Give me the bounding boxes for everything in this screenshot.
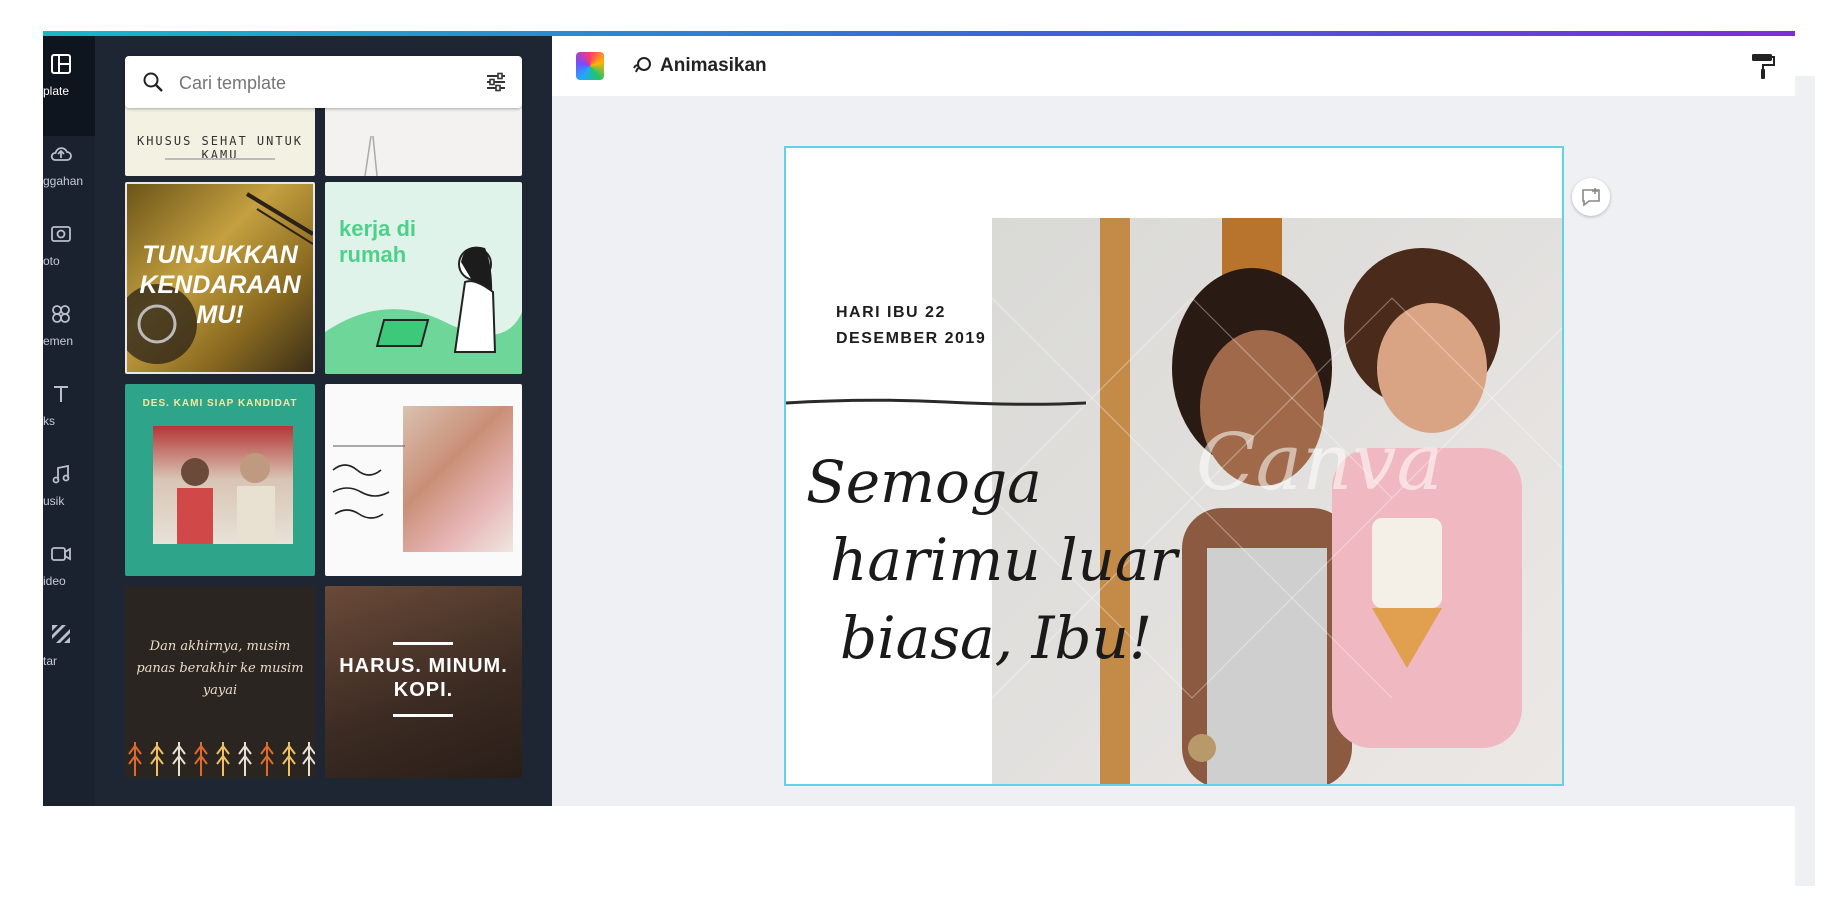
rail-item-video[interactable]: ideo (43, 536, 95, 614)
layout-icon (51, 54, 71, 74)
text-icon (54, 386, 68, 402)
rail-item-music[interactable]: usik (43, 456, 95, 534)
template-title: kerja di rumah (339, 216, 417, 267)
template-thumbnail[interactable] (325, 384, 522, 576)
template-thumbnail[interactable]: DES. KAMI SIAP KANDIDAT (125, 384, 315, 576)
window-scroll-edge (1795, 76, 1815, 886)
template-thumbnail[interactable]: TUNJUKKAN KENDARAAN MU! (125, 182, 315, 374)
color-picker-icon[interactable] (576, 52, 604, 80)
animate-icon (633, 57, 651, 73)
template-line (393, 714, 453, 717)
rail-item-photo[interactable]: oto (43, 216, 95, 294)
template-thumbnail[interactable]: Dan akhirnya, musim panas berakhir ke mu… (125, 586, 315, 778)
comment-icon (1582, 188, 1600, 207)
canva-watermark: Canva (1196, 418, 1443, 508)
date-heading[interactable]: HARI IBU 22 DESEMBER 2019 (836, 300, 986, 352)
rail-item-upload[interactable]: ggahan (43, 136, 95, 214)
leaf-border-graphic (128, 742, 315, 776)
template-line (165, 158, 275, 160)
rail-label: tar (43, 654, 58, 668)
script-line-1[interactable]: Semoga (806, 448, 1042, 516)
template-thumbnail[interactable]: HARUS. MINUM. KOPI. (325, 586, 522, 778)
brush-stroke-line[interactable] (786, 396, 1086, 410)
rail-label: plate (43, 84, 70, 98)
video-icon (51, 547, 71, 561)
animate-button[interactable]: Animasikan (630, 48, 767, 84)
elements-icon (52, 305, 70, 323)
template-script-lines (332, 445, 405, 519)
filter-icon[interactable] (484, 70, 508, 94)
rail-item-text[interactable]: ks (43, 376, 95, 454)
upload-icon (50, 147, 72, 161)
script-line-3[interactable]: biasa, Ibu! (840, 604, 1152, 672)
search-input[interactable] (177, 68, 471, 98)
template-photo-people (177, 453, 275, 544)
photo-icon (51, 226, 71, 242)
template-line (393, 642, 453, 645)
template-title: HARUS. MINUM. KOPI. (339, 655, 508, 701)
script-line-2[interactable]: harimu luar (830, 526, 1177, 594)
rail-item-template[interactable]: plate (43, 46, 95, 124)
rail-label: oto (43, 254, 60, 268)
side-nav-rail: plate ggahan oto emen ks usik ideo tar (43, 36, 95, 806)
design-page[interactable]: Canva HARI IBU 22 DESEMBER 2019 Semoga h… (784, 146, 1564, 786)
template-thumbnail[interactable]: kerja di rumah (325, 182, 522, 374)
template-title: TUNJUKKAN KENDARAAN MU! (139, 241, 301, 329)
rail-label: ggahan (43, 174, 84, 188)
rail-label: emen (43, 334, 74, 348)
music-icon (52, 464, 70, 484)
rail-item-elements[interactable]: emen (43, 296, 95, 374)
template-panel: KHUSUS SEHAT UNTUK KAMU TUNJUKKAN KENDAR… (95, 36, 552, 806)
background-icon (52, 625, 70, 643)
rail-item-background[interactable]: tar (43, 616, 95, 694)
search-icon (143, 72, 163, 92)
rail-label: ideo (43, 574, 66, 588)
work-from-home-illustration (325, 246, 522, 374)
paint-roller-icon[interactable] (1750, 52, 1776, 80)
comment-button[interactable] (1572, 178, 1610, 216)
animate-label: Animasikan (660, 55, 767, 76)
rail-label: usik (43, 494, 65, 508)
rail-label: ks (43, 414, 55, 428)
editor-toolbar: Animasikan (552, 36, 1795, 97)
template-search-bar[interactable] (125, 56, 522, 108)
